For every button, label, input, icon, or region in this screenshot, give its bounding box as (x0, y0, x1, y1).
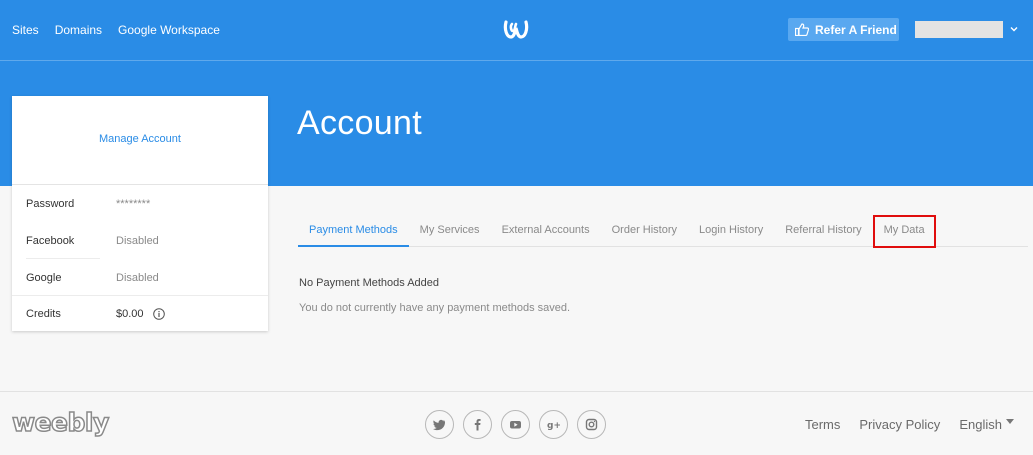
svg-text:g+: g+ (547, 421, 560, 431)
instagram-icon[interactable] (577, 410, 606, 439)
language-label: English (959, 417, 1002, 432)
password-value: ******** (116, 197, 151, 210)
google-value: Disabled (116, 271, 159, 284)
tab-external-accounts[interactable]: External Accounts (491, 215, 601, 247)
youtube-icon[interactable] (501, 410, 530, 439)
password-label: Password (26, 197, 75, 210)
empty-state-title: No Payment Methods Added (299, 277, 440, 289)
refer-a-friend-button[interactable]: Refer A Friend (788, 18, 899, 41)
manage-account-link[interactable]: Manage Account (99, 133, 181, 145)
social-links: g+ (425, 410, 606, 439)
chevron-down-icon[interactable] (1009, 24, 1019, 34)
footer: weebly g+ Terms Privacy Policy English (0, 391, 1033, 455)
info-icon[interactable] (152, 308, 165, 320)
card-header: Manage Account (12, 96, 268, 185)
password-row: Password ******** (26, 185, 268, 222)
thumbs-up-icon (795, 23, 809, 36)
tab-payment-methods[interactable]: Payment Methods (298, 215, 409, 247)
twitter-icon[interactable] (425, 410, 454, 439)
facebook-label: Facebook (26, 234, 75, 247)
refer-label: Refer A Friend (815, 22, 897, 37)
facebook-row: Facebook Disabled (26, 222, 268, 259)
user-name-box[interactable] (915, 21, 1003, 38)
tab-order-history[interactable]: Order History (601, 215, 688, 247)
facebook-value: Disabled (116, 234, 159, 247)
tab-login-history[interactable]: Login History (688, 215, 774, 247)
credits-value: $0.00 (116, 308, 144, 320)
privacy-policy-link[interactable]: Privacy Policy (859, 417, 940, 432)
nav-domains[interactable]: Domains (55, 23, 102, 37)
language-selector[interactable]: English (959, 417, 1014, 432)
credits-label: Credits (26, 308, 61, 320)
nav-sites[interactable]: Sites (12, 23, 39, 37)
empty-state-text: You do not currently have any payment me… (299, 302, 571, 314)
facebook-icon[interactable] (463, 410, 492, 439)
tab-my-data[interactable]: My Data (872, 215, 936, 248)
credits-row: Credits $0.00 (12, 295, 268, 332)
top-nav: Sites Domains Google Workspace Refer A F… (0, 0, 1033, 61)
nav-google-workspace[interactable]: Google Workspace (118, 23, 220, 37)
google-label: Google (26, 271, 62, 284)
weebly-logo[interactable]: weebly (11, 407, 110, 438)
page-title: Account (297, 104, 422, 142)
tab-my-services[interactable]: My Services (409, 215, 491, 247)
terms-link[interactable]: Terms (805, 417, 840, 432)
caret-down-icon (1005, 418, 1014, 424)
account-tabs: Payment Methods My Services External Acc… (298, 215, 1028, 248)
tab-referral-history[interactable]: Referral History (774, 215, 872, 247)
weebly-w-icon[interactable] (503, 18, 529, 40)
nav-links: Sites Domains Google Workspace (12, 23, 236, 37)
google-plus-icon[interactable]: g+ (539, 410, 568, 439)
footer-links: Terms Privacy Policy English (805, 417, 1014, 432)
credits-value-wrap: $0.00 (116, 308, 165, 320)
google-row: Google Disabled (26, 259, 268, 296)
account-card: Manage Account Password ******** Faceboo… (12, 96, 268, 331)
